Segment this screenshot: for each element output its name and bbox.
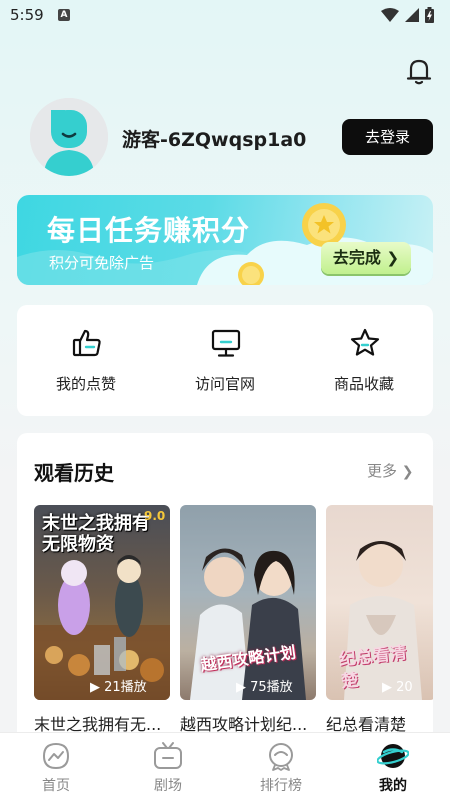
history-item-poster[interactable]: 纪总看清楚 ▶ 20 <box>326 505 433 700</box>
quick-action-label: 我的点赞 <box>55 375 116 393</box>
banner-title: 每日任务赚积分 <box>47 214 251 247</box>
signal-icon <box>405 8 419 22</box>
login-button[interactable]: 去登录 <box>342 119 433 155</box>
notification-bell-icon[interactable] <box>404 56 434 86</box>
chevron-right-icon: ❯ <box>401 464 414 480</box>
tab-label: 我的 <box>379 778 407 794</box>
poster-artwork <box>180 505 316 700</box>
play-count: ▶ 21播放 <box>90 680 147 695</box>
play-icon: ▶ <box>236 680 246 695</box>
tab-mine[interactable]: 我的 <box>337 733 449 800</box>
status-icons <box>381 7 434 23</box>
quick-action-label: 商品收藏 <box>333 375 394 393</box>
profile-section: 游客-6ZQwqsp1a0 去登录 <box>30 98 433 176</box>
history-more-link[interactable]: 更多 ❯ <box>367 460 414 481</box>
thumbs-up-icon <box>72 329 101 357</box>
complete-task-label: 去完成 <box>332 248 381 267</box>
monitor-icon <box>211 329 241 357</box>
app-notification-icon: A <box>58 9 70 21</box>
play-icon: ▶ <box>382 680 392 695</box>
username: 游客-6ZQwqsp1a0 <box>122 129 307 151</box>
tv-icon <box>154 742 182 769</box>
tab-label: 剧场 <box>154 778 182 794</box>
tab-label: 首页 <box>42 778 70 794</box>
play-count: ▶ 75播放 <box>236 680 293 695</box>
complete-task-button[interactable]: 去完成 ❯ <box>321 242 411 274</box>
play-count: ▶ 20 <box>382 680 413 695</box>
chevron-right-icon: ❯ <box>386 249 400 267</box>
history-title: 观看历史 <box>34 461 114 485</box>
play-icon: ▶ <box>90 680 100 695</box>
bottom-tab-bar: 首页 剧场 排行榜 我的 <box>0 732 450 800</box>
home-chart-icon <box>42 742 70 770</box>
wifi-icon <box>381 8 399 22</box>
star-icon <box>350 328 380 356</box>
watch-history-card: 观看历史 更多 ❯ 末世之我拥有无限物资 9.0 ▶ 21播放 末世之我拥有无.… <box>17 433 433 753</box>
quick-action-favorites[interactable]: 商品收藏 <box>295 305 433 416</box>
planet-icon <box>377 744 409 768</box>
banner-subtitle: 积分可免除广告 <box>49 254 155 272</box>
avatar[interactable] <box>30 98 108 176</box>
quick-actions-card: 我的点赞 访问官网 商品收藏 <box>17 305 433 416</box>
tab-ranking[interactable]: 排行榜 <box>225 733 337 800</box>
quick-action-website[interactable]: 访问官网 <box>156 305 294 416</box>
tab-label: 排行榜 <box>260 778 302 794</box>
tab-home[interactable]: 首页 <box>0 733 112 800</box>
quick-action-label: 访问官网 <box>194 375 255 393</box>
battery-icon <box>425 7 434 23</box>
quick-action-likes[interactable]: 我的点赞 <box>17 305 155 416</box>
status-time: 5:59 <box>10 6 44 24</box>
poster-title-text: 末世之我拥有无限物资 <box>42 513 150 555</box>
status-bar: 5:59 A <box>0 0 450 30</box>
rating-badge: 9.0 <box>144 509 166 523</box>
daily-task-banner[interactable]: 每日任务赚积分 积分可免除广告 去完成 ❯ <box>17 195 433 285</box>
history-item-poster[interactable]: 越西攻略计划 ▶ 75播放 <box>180 505 316 700</box>
tab-theater[interactable]: 剧场 <box>112 733 224 800</box>
more-label: 更多 <box>367 462 398 480</box>
history-item-poster[interactable]: 末世之我拥有无限物资 9.0 ▶ 21播放 <box>34 505 170 700</box>
ranking-icon <box>269 743 293 771</box>
